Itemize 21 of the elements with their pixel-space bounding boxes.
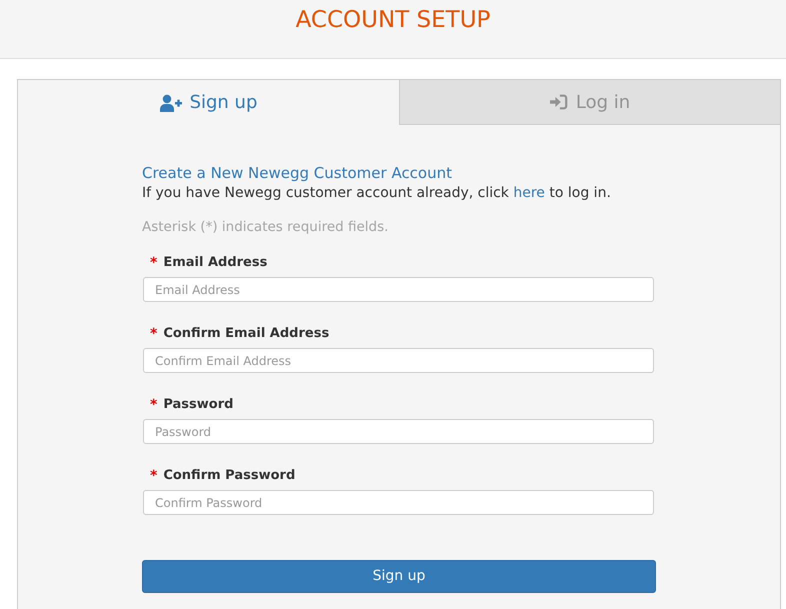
input-field[interactable]: Confirm Password — [143, 490, 654, 515]
user-plus-icon — [160, 94, 182, 112]
login-prompt-text: If you have Newegg customer account already, click here to log in. — [142, 184, 612, 203]
form-heading: Create a New Newegg Customer Account — [142, 163, 454, 183]
required-asterisk: * — [150, 467, 158, 486]
required-asterisk: * — [150, 396, 158, 415]
field-label: Confirm Email Address — [163, 325, 330, 343]
required-fields-note: Asterisk (*) indicates required fields. — [142, 218, 390, 237]
field-label: Email Address — [163, 254, 268, 272]
input-field[interactable]: Password — [143, 419, 654, 444]
field-label: Confirm Password — [163, 467, 296, 485]
field-label: Password — [163, 396, 234, 414]
here-link[interactable]: here — [513, 185, 545, 201]
sign-in-arrow-icon — [550, 94, 568, 110]
page-title: ACCOUNT SETUP — [296, 6, 490, 35]
sign-up-button[interactable]: Sign up — [142, 560, 656, 593]
required-asterisk: * — [150, 254, 158, 273]
log-in-tab[interactable]: Log in — [399, 80, 780, 125]
input-field[interactable]: Confirm Email Address — [143, 348, 654, 373]
input-field[interactable]: Email Address — [143, 277, 654, 302]
required-asterisk: * — [150, 325, 158, 344]
